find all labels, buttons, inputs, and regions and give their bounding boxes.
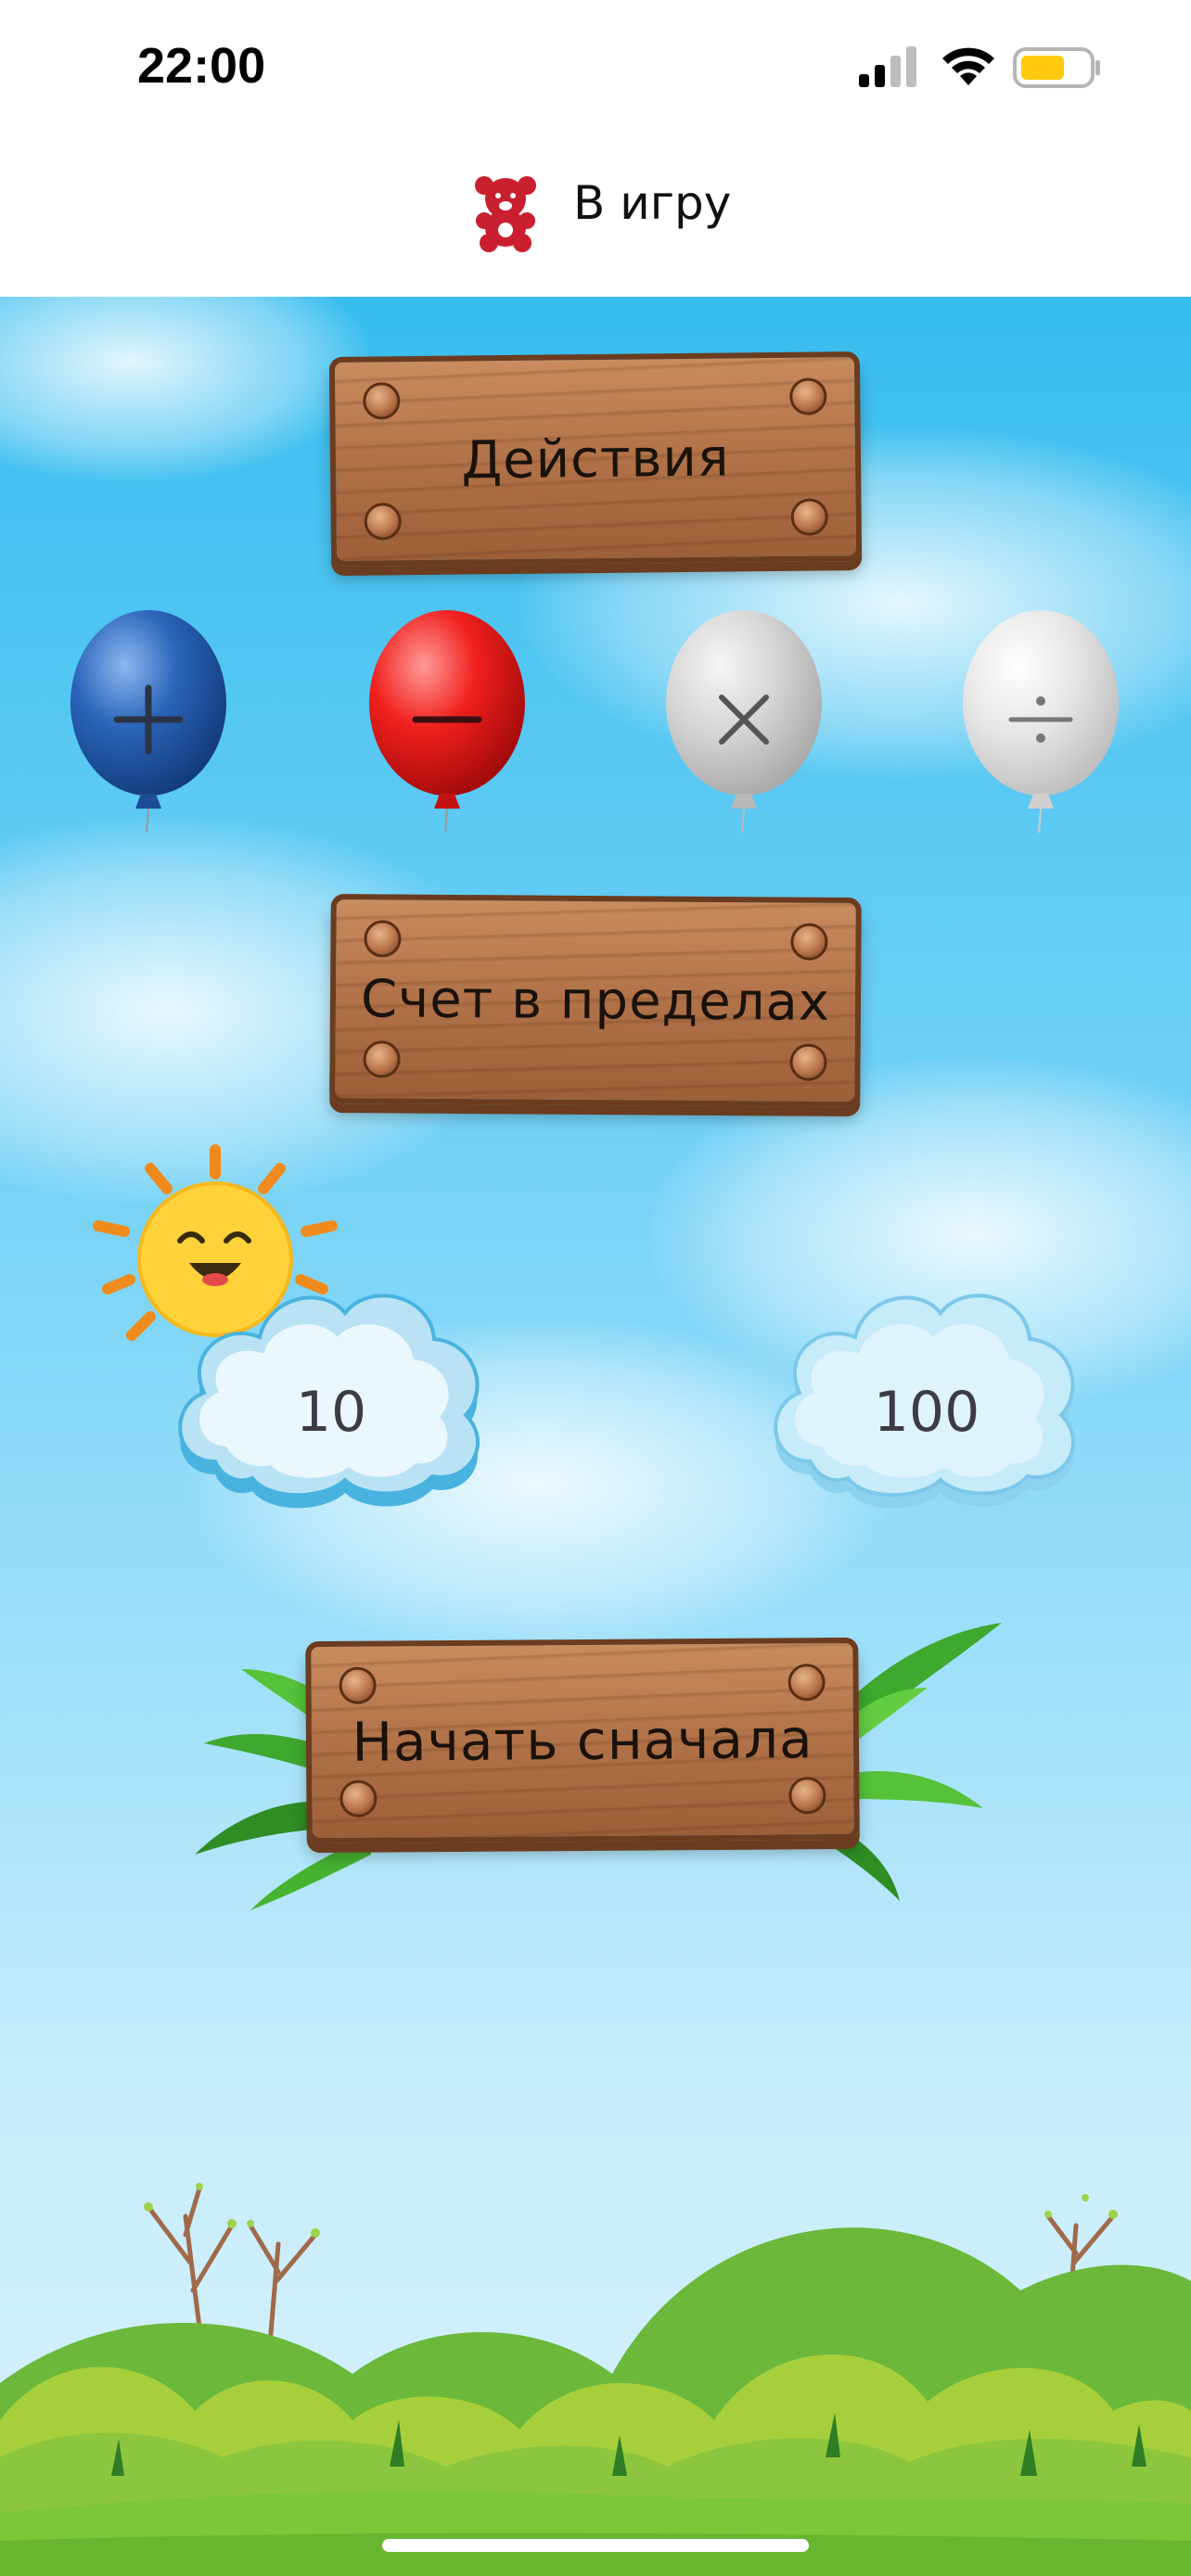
range-option-100[interactable]: 100 (755, 1270, 1098, 1530)
nail-icon (789, 1043, 827, 1081)
range-option-10[interactable]: 10 (160, 1270, 503, 1530)
battery-icon (1013, 47, 1100, 88)
nail-icon (339, 1666, 377, 1704)
wifi-icon (942, 47, 994, 85)
range-title: Счет в пределах (360, 968, 831, 1033)
nail-icon (364, 920, 402, 958)
multiply-balloon[interactable] (664, 610, 824, 833)
nail-icon (339, 1779, 378, 1817)
nail-icon (790, 498, 828, 536)
nail-icon (790, 923, 828, 961)
nail-icon (788, 1777, 826, 1815)
status-time: 22:00 (137, 38, 266, 94)
restart-button[interactable]: Начать сначала (305, 1637, 860, 1844)
nail-icon (364, 503, 402, 541)
header-title[interactable]: В игру (573, 176, 731, 230)
operations-title: Действия (461, 427, 730, 491)
range-option-label: 100 (873, 1380, 980, 1445)
range-option-label: 10 (295, 1380, 367, 1445)
background-cloud (0, 297, 371, 482)
minus-balloon[interactable] (367, 610, 527, 833)
signal-icon (859, 46, 916, 87)
plus-balloon[interactable] (69, 610, 228, 833)
operations-sign: Действия (328, 351, 863, 567)
nail-icon (363, 1040, 401, 1078)
nail-icon (789, 377, 827, 415)
status-bar: 22:00 (0, 0, 1191, 139)
header: В игру (0, 139, 1191, 297)
game-scene: Действия Счет в пределах 10 100 Начать с… (0, 297, 1191, 2576)
restart-label: Начать сначала (352, 1707, 813, 1774)
home-indicator[interactable] (382, 2539, 809, 2552)
landscape (0, 2183, 1191, 2576)
divide-balloon[interactable] (961, 610, 1121, 833)
teddy-bear-icon[interactable] (466, 172, 545, 252)
nail-icon (788, 1664, 826, 1702)
nail-icon (363, 382, 401, 420)
range-sign: Счет в пределах (329, 894, 862, 1107)
